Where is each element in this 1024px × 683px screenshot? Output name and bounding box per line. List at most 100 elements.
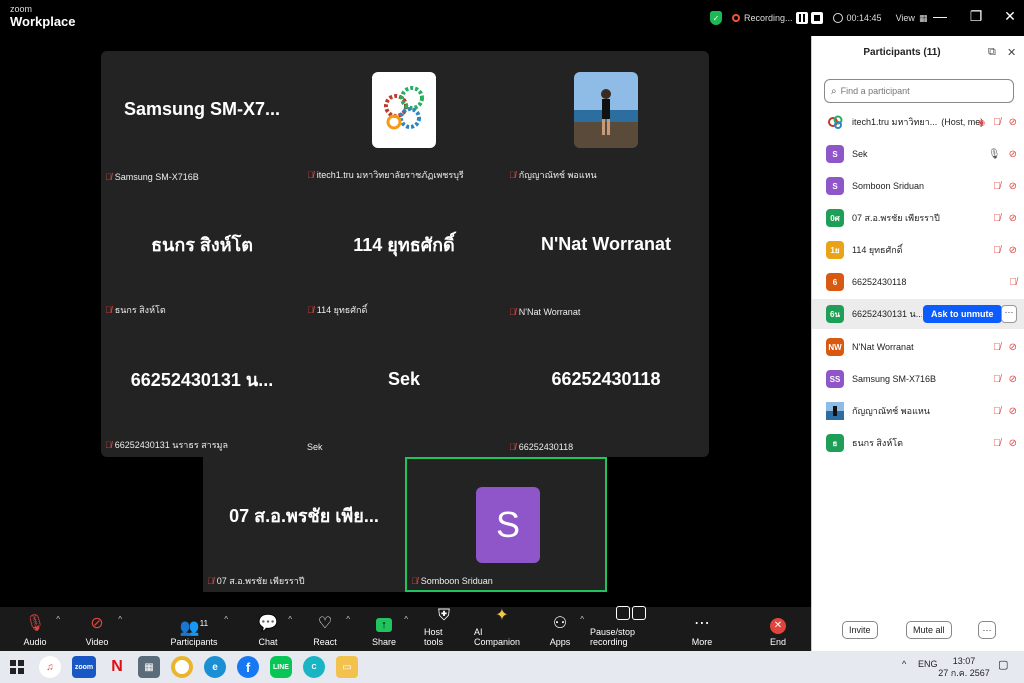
participant-name: 66252430131 น...	[852, 309, 922, 319]
video-tile[interactable]: 🎙̸ กัญญาณัทช์ พอแหน	[505, 51, 707, 186]
stop-recording-button[interactable]	[810, 12, 823, 24]
audio-button[interactable]: 🎙 Audio ^	[22, 607, 60, 651]
notifications-icon[interactable]: ▢	[998, 658, 1008, 671]
chevron-up-icon[interactable]: ^	[288, 615, 292, 624]
video-tile[interactable]: 07 ส.อ.พรชัย เพีย... 🎙̸ 07 ส.อ.พรชัย เพีย…	[203, 457, 405, 592]
more-button[interactable]: ⋯ More	[690, 607, 714, 651]
tile-label: 66252430118	[518, 442, 574, 452]
video-tile[interactable]: ธนกร สิงห์โต 🎙̸ ธนกร สิงห์โต	[101, 186, 303, 321]
chat-button[interactable]: 💬 Chat ^	[256, 607, 292, 651]
profile-photo-avatar	[574, 71, 638, 148]
mute-all-button[interactable]: Mute all	[906, 621, 952, 639]
mic-muted-icon[interactable]: 🎙̸	[993, 406, 1001, 417]
mic-muted-icon[interactable]: 🎙̸	[993, 213, 1001, 224]
video-button[interactable]: ⊘ Video ^	[84, 607, 122, 651]
chevron-up-icon[interactable]: ^	[118, 615, 122, 624]
chevron-up-icon[interactable]: ^	[224, 615, 228, 624]
close-icon[interactable]: ✕	[1000, 8, 1020, 25]
active-speaker-tile[interactable]: S 🎙̸ Somboon Sriduan	[405, 457, 607, 592]
video-tile[interactable]: 66252430131 น... 🎙̸ 66252430131 นราธร สาร…	[101, 321, 303, 456]
view-grid-icon[interactable]: ▦	[919, 13, 928, 24]
mic-muted-icon[interactable]: 🎙̸	[993, 342, 1001, 353]
participant-row[interactable]: 0ศ 07 ส.อ.พรชัย เพียรราปี 🎙̸ ⊘	[812, 203, 1024, 233]
chevron-up-icon[interactable]: ^	[580, 615, 584, 624]
participant-row[interactable]: กัญญาณัทช์ พอแหน 🎙̸ ⊘	[812, 396, 1024, 426]
video-off-icon[interactable]: ⊘	[1009, 406, 1017, 417]
shield-icon[interactable]: ✓	[710, 11, 722, 25]
edge-icon[interactable]: e	[204, 656, 226, 678]
search-input[interactable]	[840, 86, 1001, 96]
mic-muted-icon[interactable]: 🎙̸	[993, 374, 1001, 385]
video-off-icon[interactable]: ⊘	[1009, 181, 1017, 192]
mic-muted-icon: 🎙̸	[411, 576, 418, 586]
restore-icon[interactable]: ❐	[966, 8, 986, 25]
end-button[interactable]: ✕ End	[766, 607, 790, 651]
music-app-icon[interactable]: ♫	[39, 656, 61, 678]
participant-more-button[interactable]: ···	[1001, 305, 1017, 323]
line-app-icon[interactable]: LINE	[270, 656, 292, 678]
react-button[interactable]: ♡ React ^	[312, 607, 350, 651]
host-tools-button[interactable]: ⛨ Host tools	[424, 607, 464, 651]
chrome-icon[interactable]	[171, 656, 193, 678]
tile-label: 66252430131 นราธร สารมูล	[114, 440, 229, 450]
participant-row[interactable]: S Somboon Sriduan 🎙̸ ⊘	[812, 171, 1024, 201]
mic-muted-icon[interactable]: 🎙̸	[1010, 277, 1018, 288]
apps-button[interactable]: ⚇ Apps ^	[548, 607, 584, 651]
pause-stop-recording-button[interactable]: Pause/stop recording	[590, 606, 672, 651]
video-off-icon[interactable]: ⊘	[1009, 342, 1017, 353]
minimize-icon[interactable]: —	[930, 8, 950, 24]
tray-chevron-icon[interactable]: ^	[902, 659, 906, 669]
file-explorer-icon[interactable]: ▭	[336, 656, 358, 678]
video-off-icon[interactable]: ⊘	[1009, 213, 1017, 224]
netflix-icon[interactable]: N	[106, 656, 128, 678]
mic-muted-icon[interactable]: 🎙̸	[993, 181, 1001, 192]
windows-start-icon[interactable]	[10, 660, 24, 674]
mic-muted-icon[interactable]: 🎙̸	[993, 438, 1001, 449]
mic-on-icon[interactable]: 🎙	[988, 149, 1001, 160]
pause-recording-button[interactable]	[795, 12, 808, 24]
participant-row[interactable]: S Sek 🎙 ⊘	[812, 139, 1024, 169]
participant-row[interactable]: 1ย 114 ยุทธศักดิ์ 🎙̸ ⊘	[812, 235, 1024, 265]
video-off-icon[interactable]: ⊘	[1009, 117, 1017, 128]
video-tile[interactable]: Sek Sek	[303, 321, 505, 456]
ask-to-unmute-button[interactable]: Ask to unmute	[923, 305, 1002, 323]
share-button[interactable]: ↑ Share ^	[372, 607, 408, 651]
video-off-icon[interactable]: ⊘	[1009, 374, 1017, 385]
video-tile[interactable]: Samsung SM-X7... 🎙̸ Samsung SM-X716B	[101, 51, 303, 186]
participant-row-hovered[interactable]: 6น 66252430131 น... Ask to unmute ···	[812, 299, 1024, 329]
video-tile[interactable]: 🎙̸ itech1.tru มหาวิทยาลัยราชภัฏเพชรบุรี	[303, 51, 505, 186]
participant-search[interactable]: ⌕	[824, 79, 1014, 103]
video-tile[interactable]: 66252430118 🎙̸ 66252430118	[505, 321, 707, 456]
tile-name-display: 07 ส.อ.พรชัย เพีย...	[229, 506, 379, 526]
close-panel-icon[interactable]: ✕	[1007, 46, 1016, 59]
video-tile[interactable]: 114 ยุทธศักดิ์ 🎙̸ 114 ยุทธศักดิ์	[303, 186, 505, 321]
calculator-icon[interactable]: ▦	[138, 656, 160, 678]
zoom-app-icon[interactable]: zoom	[72, 656, 96, 678]
video-off-icon[interactable]: ⊘	[1009, 149, 1017, 160]
video-off-icon[interactable]: ⊘	[1009, 438, 1017, 449]
video-tile[interactable]: N'Nat Worranat 🎙̸ N'Nat Worranat	[505, 186, 707, 321]
view-button[interactable]: View	[896, 13, 915, 23]
canva-icon[interactable]: C	[303, 656, 325, 678]
participant-row[interactable]: itech1.tru มหาวิทยา... (Host, me) ◉ 🎙̸ ⊘	[812, 107, 1024, 137]
participants-button[interactable]: 👥11 Participants ^	[170, 607, 228, 651]
system-clock[interactable]: 13:07 27 ก.ค. 2567	[936, 655, 992, 679]
invite-button[interactable]: Invite	[842, 621, 878, 639]
mic-muted-icon[interactable]: 🎙̸	[993, 245, 1001, 256]
chevron-up-icon[interactable]: ^	[404, 615, 408, 624]
participant-row[interactable]: NW N'Nat Worranat 🎙̸ ⊘	[812, 332, 1024, 362]
popout-icon[interactable]: ⧉	[988, 46, 996, 59]
participant-row[interactable]: 6 66252430118 🎙̸	[812, 267, 1024, 297]
panel-more-button[interactable]: ···	[978, 621, 996, 639]
input-language[interactable]: ENG	[918, 659, 938, 669]
more-icon: ⋯	[694, 615, 710, 632]
chevron-up-icon[interactable]: ^	[56, 615, 60, 624]
chevron-up-icon[interactable]: ^	[346, 615, 350, 624]
video-off-icon[interactable]: ⊘	[1009, 245, 1017, 256]
participant-row[interactable]: SS Samsung SM-X716B 🎙̸ ⊘	[812, 364, 1024, 394]
mic-muted-icon[interactable]: 🎙̸	[993, 117, 1001, 128]
ai-companion-button[interactable]: ✦ AI Companion	[474, 607, 530, 651]
participant-avatar: S	[826, 177, 844, 195]
facebook-icon[interactable]: f	[237, 656, 259, 678]
participant-row[interactable]: ธ ธนกร สิงห์โต 🎙̸ ⊘	[812, 428, 1024, 458]
